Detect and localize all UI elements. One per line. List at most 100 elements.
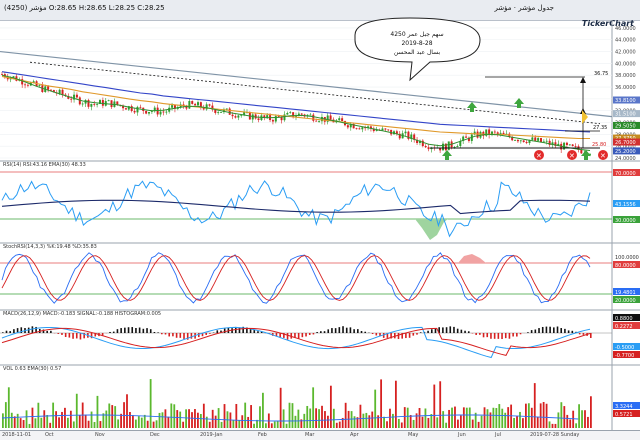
candle-body [387, 130, 389, 131]
annotation-title: سهم جبل عمر 4250 [390, 31, 443, 38]
macd-bar [50, 331, 52, 333]
volume-bar [120, 414, 122, 428]
volume-bar [117, 419, 119, 428]
time-label: 2019-07-28 Sunday [530, 432, 579, 438]
volume-bar [572, 411, 574, 428]
volume-bar [327, 416, 329, 428]
volume-bar [235, 404, 237, 428]
candle-body [220, 112, 222, 113]
volume-bar [315, 408, 317, 428]
volume-bar [581, 410, 583, 428]
macd-bar [117, 329, 119, 333]
candle-body [309, 115, 311, 116]
candle-body [27, 85, 29, 86]
candle-body [563, 143, 565, 150]
candle-body [197, 102, 199, 105]
candle-body [500, 133, 502, 134]
volume-bar [250, 405, 252, 428]
candle-body [47, 86, 49, 89]
volume-bar [546, 404, 548, 428]
macd-bar [572, 331, 574, 333]
candle-body [160, 112, 162, 115]
candle-body [157, 108, 159, 115]
volume-bar [49, 423, 51, 428]
annotation-bubble[interactable]: سهم جبل عمر 4250 2019-8-28 بسال عبد المح… [355, 18, 480, 80]
volume-bar [150, 379, 152, 428]
svg-text:0.8800: 0.8800 [615, 316, 633, 322]
time-label: Jun [458, 432, 466, 438]
svg-text:100.0000: 100.0000 [615, 255, 639, 261]
rsi-line [2, 181, 590, 236]
candle-body [330, 115, 332, 119]
candle-body [209, 104, 211, 105]
volume-bar [590, 396, 592, 428]
macd-bar [172, 333, 174, 336]
volume-bar [386, 421, 388, 428]
price-label: 36.75 [594, 71, 608, 77]
candle-body [96, 104, 98, 105]
svg-text:-0.7700: -0.7700 [615, 353, 634, 359]
candle-body [151, 111, 153, 112]
volume-bar [37, 403, 39, 428]
volume-bar [209, 422, 211, 428]
candle-body [90, 104, 92, 107]
volume-bar [286, 424, 288, 428]
volume-bar [67, 418, 69, 428]
candle-body [477, 132, 479, 138]
macd-bar [342, 326, 344, 333]
macd-bar [527, 332, 529, 333]
macd-bar [449, 326, 451, 333]
volume-bar [61, 412, 63, 428]
candle-body [318, 121, 320, 122]
volume-bar [560, 402, 562, 428]
volume-bar [292, 403, 294, 428]
macd-bar [486, 333, 488, 337]
volume-bar [507, 407, 509, 428]
candle-body [497, 132, 499, 133]
up-arrow-icon [580, 77, 586, 83]
candle-body [580, 150, 582, 153]
macd-bar [557, 327, 559, 333]
chart-canvas[interactable]: 36.75 27.35 25.80 ✕ ✕ ✕ سهم جبل عمر 4250… [0, 0, 640, 439]
svg-text:19.4801: 19.4801 [615, 290, 636, 296]
axis-tick-label: 44.0000 [615, 38, 636, 44]
macd-bar [146, 328, 148, 333]
sell-mark-icon: ✕ [534, 150, 544, 160]
candle-body [361, 127, 363, 129]
macd-bar [331, 328, 333, 333]
candle-body [572, 144, 574, 146]
macd-bar [109, 332, 111, 333]
macd-bar [154, 332, 156, 333]
volume-bar [173, 404, 175, 428]
candle-body [70, 99, 72, 100]
candle-body [442, 144, 444, 151]
macd-bar [183, 333, 185, 339]
volume-bar [170, 403, 172, 428]
candle-body [425, 146, 427, 147]
macd-bar [494, 333, 496, 339]
volume-bar [566, 415, 568, 428]
candle-body [134, 111, 136, 112]
volume-bar [312, 387, 314, 428]
candle-body [275, 116, 277, 121]
volume-bar [365, 413, 367, 428]
macd-bar [305, 333, 307, 336]
axis-tick-label: 46.0000 [615, 26, 636, 32]
candle-body [139, 107, 141, 108]
volume-bar [147, 421, 149, 428]
volume-bar [401, 422, 403, 428]
rsi-pane: 70.0000 43.1556 30.0000 [0, 169, 640, 240]
volume-bar [76, 394, 78, 428]
volume-bar [167, 417, 169, 428]
volume-bar [91, 412, 93, 428]
candle-body [59, 90, 61, 94]
volume-bar [433, 385, 435, 428]
macd-bar [549, 327, 551, 333]
volume-bar [398, 419, 400, 428]
candle-body [136, 107, 138, 112]
sell-mark-icon: ✕ [598, 150, 608, 160]
volume-bar [584, 410, 586, 428]
macd-bar [239, 327, 241, 333]
macd-bar [505, 333, 507, 338]
volume-bar [241, 415, 243, 428]
